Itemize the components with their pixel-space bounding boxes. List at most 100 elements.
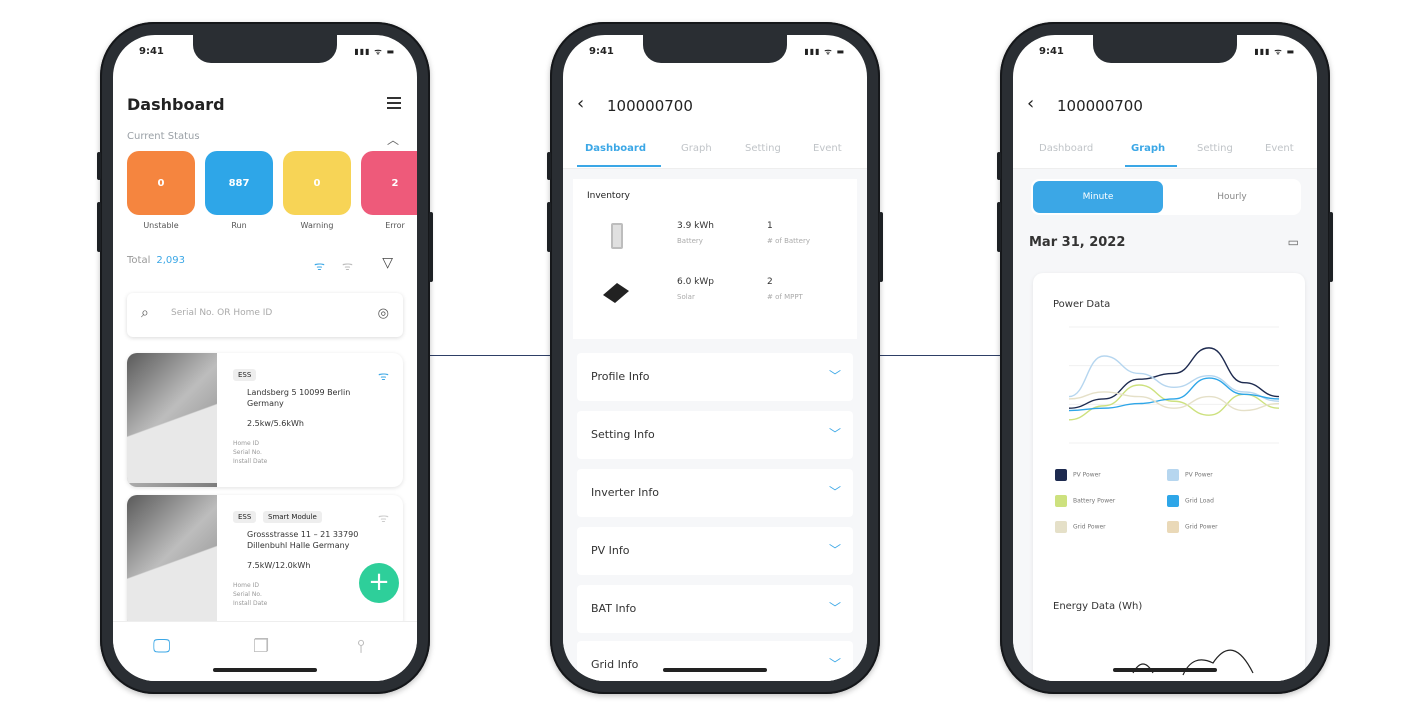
chart-legend: PV Power PV Power Battery Power Grid Loa… <box>1055 469 1295 549</box>
filter-icon[interactable]: ▽ <box>382 255 393 271</box>
inventory-count: 2 <box>767 277 773 287</box>
tab-setting[interactable]: Setting <box>1197 143 1233 154</box>
plant-capacity: 2.5kw/5.6kWh <box>247 419 304 428</box>
search-input[interactable]: Serial No. OR Home ID <box>171 308 272 318</box>
side-button <box>879 212 883 282</box>
accordion-profile-info[interactable]: Profile Info ﹀ <box>577 353 853 401</box>
legend-label: Battery Power <box>1073 497 1116 505</box>
home-indicator <box>663 668 767 672</box>
legend-item[interactable]: Grid Power <box>1055 521 1106 533</box>
side-button <box>997 152 1001 180</box>
power-chart <box>1068 326 1280 444</box>
accordion-label: PV Info <box>591 544 630 557</box>
tab-event[interactable]: Event <box>813 143 842 154</box>
total-label: Total <box>127 255 151 266</box>
legend-label: PV Power <box>1185 471 1213 479</box>
status-card-run[interactable]: 887 Run <box>205 151 273 230</box>
plant-card[interactable]: ESS Landsberg 5 10099 Berlin Germany 2.5… <box>127 353 403 487</box>
search-bar[interactable]: ⌕ Serial No. OR Home ID ◎ <box>127 293 403 337</box>
plant-meta: Home ID Serial No. Install Date <box>233 582 268 607</box>
chevron-down-icon: ﹀ <box>828 369 841 383</box>
flow-connector <box>878 355 1006 356</box>
accordion-label: Profile Info <box>591 370 650 383</box>
accordion-bat-info[interactable]: BAT Info ﹀ <box>577 585 853 633</box>
inventory-count-label: # of MPPT <box>767 293 803 301</box>
tab-event[interactable]: Event <box>1265 143 1294 154</box>
legend-item[interactable]: Battery Power <box>1055 495 1115 507</box>
wifi-off-icon[interactable]: ᯤ <box>342 257 353 274</box>
toggle-hourly[interactable]: Hourly <box>1165 181 1299 213</box>
add-button[interactable]: + <box>359 563 399 603</box>
status-card-box: 0 <box>283 151 351 215</box>
back-icon[interactable]: ‹ <box>577 93 584 114</box>
accordion-label: BAT Info <box>591 602 637 615</box>
status-time: 9:41 <box>139 46 164 57</box>
status-card-warning[interactable]: 0 Warning <box>283 151 351 230</box>
tab-graph[interactable]: Graph <box>681 143 712 154</box>
scan-icon[interactable]: ◎ <box>378 306 389 321</box>
toggle-minute[interactable]: Minute <box>1033 181 1163 213</box>
side-button <box>429 212 433 282</box>
legend-item[interactable]: Grid Load <box>1167 495 1214 507</box>
status-card-label: Error <box>385 221 405 230</box>
power-chart-title: Power Data <box>1053 299 1111 310</box>
legend-checkbox <box>1167 521 1179 533</box>
accordion-pv-info[interactable]: PV Info ﹀ <box>577 527 853 575</box>
wifi-icon[interactable]: ᯤ <box>314 257 325 274</box>
monitor-icon[interactable]: 🖵 <box>153 636 170 657</box>
chevron-down-icon: ﹀ <box>828 543 841 557</box>
legend-checkbox <box>1055 521 1067 533</box>
legend-item[interactable]: PV Power <box>1055 469 1101 481</box>
series-line <box>1068 384 1280 421</box>
legend-label: PV Power <box>1073 471 1101 479</box>
energy-chart <box>1132 649 1254 676</box>
tab-dashboard[interactable]: Dashboard <box>1039 143 1093 154</box>
tab-bar: Dashboard Graph Setting Event <box>563 133 867 169</box>
side-button <box>1329 212 1333 282</box>
accordion-setting-info[interactable]: Setting Info ﹀ <box>577 411 853 459</box>
phone-device-graph: 9:41 ▮▮▮ ᯤ ▬ ‹ 100000700 Dashboard Graph… <box>997 22 1333 694</box>
inventory-row: 6.0 kWp Solar 2 # of MPPT <box>587 273 847 313</box>
calendar-icon[interactable]: ▭ <box>1288 235 1299 249</box>
signal-icon: ▮▮▮ ᯤ ▬ <box>804 47 845 56</box>
legend-checkbox <box>1167 469 1179 481</box>
accordion-grid-info[interactable]: Grid Info ﹀ <box>577 641 853 681</box>
device-icon[interactable]: ❐ <box>253 636 269 657</box>
tab-dashboard[interactable]: Dashboard <box>585 143 646 154</box>
side-button <box>547 202 551 252</box>
chart-card: Power Data PV Power PV Power Battery Pow… <box>1033 273 1305 681</box>
chevron-down-icon: ﹀ <box>828 485 841 499</box>
accordion-inverter-info[interactable]: Inverter Info ﹀ <box>577 469 853 517</box>
tab-graph[interactable]: Graph <box>1131 143 1165 154</box>
status-card-unstable[interactable]: 0 Unstable <box>127 151 195 230</box>
side-button <box>997 202 1001 252</box>
inventory-title: Inventory <box>587 191 630 201</box>
back-icon[interactable]: ‹ <box>1027 93 1034 114</box>
screen: 9:41 ▮▮▮ ᯤ ▬ ‹ 100000700 Dashboard Graph… <box>563 35 867 681</box>
plant-card[interactable]: ESS Smart Module Grossstrasse 11 – 21 33… <box>127 495 403 629</box>
chevron-up-icon[interactable]: ︿ <box>387 131 399 148</box>
inventory-count-label: # of Battery <box>767 237 810 245</box>
legend-checkbox <box>1055 469 1067 481</box>
total-value: 2,093 <box>156 255 185 266</box>
ess-badge: ESS <box>233 511 257 523</box>
ess-badge: ESS <box>233 369 257 381</box>
plant-address: Landsberg 5 10099 Berlin Germany <box>247 388 351 408</box>
legend-label: Grid Power <box>1073 523 1106 531</box>
smart-module-badge: Smart Module <box>263 511 322 523</box>
home-indicator <box>1113 668 1217 672</box>
chart-icon[interactable]: ⫯ <box>357 636 365 657</box>
legend-item[interactable]: Grid Power <box>1167 521 1218 533</box>
plant-capacity: 7.5kW/12.0kWh <box>247 561 311 570</box>
accordion-label: Inverter Info <box>591 486 659 499</box>
status-time: 9:41 <box>1039 46 1064 57</box>
side-button <box>97 152 101 180</box>
phone-dashboard: 9:41 ▮▮▮ ᯤ ▬ Dashboard Current Status ︿ … <box>97 22 433 694</box>
bottom-tab-bar: 🖵 ❐ ⫯ <box>113 621 417 681</box>
menu-icon[interactable] <box>387 97 401 109</box>
legend-item[interactable]: PV Power <box>1167 469 1213 481</box>
tab-setting[interactable]: Setting <box>745 143 781 154</box>
inventory-value: 3.9 kWh <box>677 221 714 231</box>
inventory-value: 6.0 kWp <box>677 277 714 287</box>
status-card-error[interactable]: 2 Error <box>361 151 417 230</box>
